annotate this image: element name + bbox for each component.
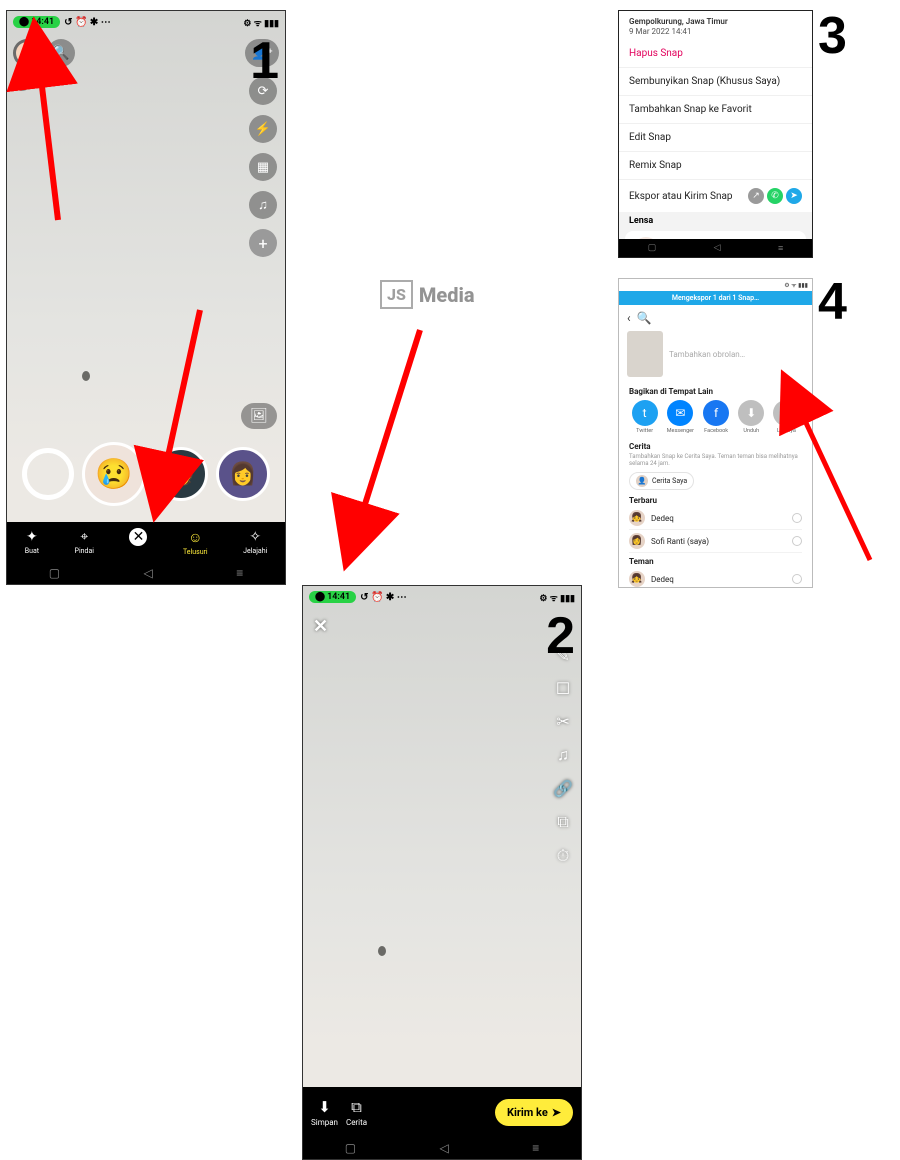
status-bar: ⬤ 14:41 ↺ ⏰ ✱ ⋯ ⚙ ᯤ ▮▮▮ <box>7 11 285 33</box>
chevron-right-icon: ➤ <box>552 1106 561 1119</box>
share-download[interactable]: ⬇Unduh <box>738 400 764 434</box>
panel-4: ⚙ ᯤ ▮▮▮ Mengekspor 1 dari 1 Snap… ‹ 🔍 Ta… <box>618 278 813 588</box>
lens-option-2[interactable]: 🧑 <box>154 447 208 501</box>
story-header: Cerita <box>619 438 812 453</box>
back-icon[interactable]: ◁ <box>440 1141 449 1155</box>
more-tools-button[interactable]: + <box>249 229 277 257</box>
share-row: tTwitter ✉Messenger fFacebook ⬇Unduh ⋯La… <box>619 398 812 438</box>
recording-pill: ⬤ 14:41 <box>13 16 60 28</box>
home-icon[interactable]: ≡ <box>236 566 243 580</box>
profile-avatar-button[interactable] <box>13 39 41 67</box>
nav-jelajahi[interactable]: ✧Jelajahi <box>243 529 267 555</box>
nav-pindai[interactable]: ⌖Pindai <box>75 529 94 555</box>
step-number: 3 <box>818 6 847 66</box>
panel-1-phone: ⬤ 14:41 ↺ ⏰ ✱ ⋯ ⚙ ᯤ ▮▮▮ 🔍 👤⁺ i Cr ⟳ ⚡ ▦ … <box>6 10 286 585</box>
lens-carousel[interactable]: 😢 🧑 👩 <box>7 442 285 506</box>
wall-mark <box>378 946 386 956</box>
friend-dedeq[interactable]: 👧Dedeq <box>629 568 802 588</box>
friends-header: Teman <box>619 553 812 568</box>
home-icon[interactable]: ≡ <box>532 1141 539 1155</box>
panel-4-phone: ⚙ ᯤ ▮▮▮ Mengekspor 1 dari 1 Snap… ‹ 🔍 Ta… <box>618 278 813 588</box>
recent-dedeq[interactable]: 👧Dedeq <box>629 507 802 530</box>
menu-hide-snap[interactable]: Sembunyikan Snap (Khusus Saya) <box>619 67 812 95</box>
sticker-icon[interactable]: ☐ <box>556 679 570 698</box>
recent-apps-icon[interactable]: ▢ <box>648 243 657 253</box>
status-left-icons: ↺ ⏰ ✱ ⋯ <box>360 592 407 603</box>
music-icon[interactable]: ♫ <box>557 745 569 765</box>
status-left-icons: ↺ ⏰ ✱ ⋯ <box>64 17 111 28</box>
recent-sofi[interactable]: 👩Sofi Ranti (saya) <box>629 530 802 553</box>
recent-apps-icon[interactable]: ▢ <box>345 1141 356 1155</box>
back-icon[interactable]: ◁ <box>714 243 721 253</box>
android-nav: ▢ ◁ ≡ <box>619 239 812 257</box>
caption-input[interactable]: Tambahkan obrolan… <box>669 350 745 359</box>
story-subtext: Tambahkan Snap ke Cerita Saya. Teman tem… <box>619 453 812 470</box>
share-facebook[interactable]: fFacebook <box>703 400 729 434</box>
panel-3-phone: Gempolkurung, Jawa Timur 9 Mar 2022 14:4… <box>618 10 813 258</box>
info-icon: i <box>13 73 31 91</box>
recent-header: Terbaru <box>619 492 812 507</box>
lens-option-3[interactable]: 👩 <box>216 447 270 501</box>
shutter-button[interactable] <box>22 448 74 500</box>
share-twitter[interactable]: tTwitter <box>632 400 658 434</box>
search-icon[interactable]: 🔍 <box>637 311 652 325</box>
status-right-icons: ⚙ ᯤ ▮▮▮ <box>539 591 575 604</box>
gallery-button[interactable]: 🖼 <box>241 403 277 429</box>
menu-remix-snap[interactable]: Remix Snap <box>619 151 812 179</box>
share-generic-icon: ↗ <box>748 188 764 204</box>
crop-icon[interactable]: ⧉ <box>557 812 568 832</box>
lens-crying[interactable]: 😢 <box>82 442 146 506</box>
story-button[interactable]: ⧉Cerita <box>346 1098 367 1127</box>
step-number: 1 <box>250 31 279 91</box>
share-send-icon: ➤ <box>786 188 802 204</box>
menu-add-favorite[interactable]: Tambahkan Snap ke Favorit <box>619 95 812 123</box>
status-bar: ⚙ ᯤ ▮▮▮ <box>619 279 812 291</box>
snap-thumbnail[interactable] <box>627 331 663 377</box>
home-icon[interactable]: ≡ <box>778 243 783 254</box>
android-nav: ▢ ◁ ≡ <box>7 562 285 584</box>
save-button[interactable]: ⬇Simpan <box>311 1098 338 1127</box>
android-nav: ▢ ◁ ≡ <box>303 1137 581 1159</box>
send-to-button[interactable]: Kirim ke➤ <box>495 1099 573 1126</box>
status-bar: ⬤ 14:41 ↺ ⏰ ✱ ⋯ ⚙ ᯤ ▮▮▮ <box>303 586 581 608</box>
menu-export-snap[interactable]: Ekspor atau Kirim Snap ↗ ✆ ➤ <box>619 179 812 212</box>
scissors-icon[interactable]: ✂ <box>556 712 569 731</box>
menu-delete-snap[interactable]: Hapus Snap <box>619 40 812 67</box>
camera-side-tools: ⟳ ⚡ ▦ ♫ + <box>249 77 277 257</box>
share-more[interactable]: ⋯Lainnya <box>773 400 799 434</box>
wall-mark <box>82 371 90 381</box>
post-capture-bar: ⬇Simpan ⧉Cerita Kirim ke➤ <box>303 1087 581 1137</box>
music-icon[interactable]: ♫ <box>249 191 277 219</box>
nav-telusuri[interactable]: ☺Telusuri <box>183 529 208 556</box>
nav-buat[interactable]: ✦Buat <box>25 529 39 555</box>
nav-close[interactable]: ✕ <box>129 528 147 556</box>
share-elsewhere-header: Bagikan di Tempat Lain <box>619 383 812 398</box>
my-story-chip[interactable]: 👤Cerita Saya <box>629 472 694 490</box>
link-icon[interactable]: 🔗 <box>553 779 573 798</box>
back-chevron-icon[interactable]: ‹ <box>627 311 631 325</box>
search-button[interactable]: 🔍 <box>47 39 75 67</box>
lens-section-header: Lensa <box>619 212 812 226</box>
recording-pill: ⬤ 14:41 <box>309 591 356 603</box>
export-banner: Mengekspor 1 dari 1 Snap… <box>619 291 812 305</box>
snap-meta: Gempolkurung, Jawa Timur 9 Mar 2022 14:4… <box>619 11 812 40</box>
lens-name-badge: i Cr <box>13 73 44 91</box>
step-number: 2 <box>546 606 575 666</box>
grid-icon[interactable]: ▦ <box>249 153 277 181</box>
menu-edit-snap[interactable]: Edit Snap <box>619 123 812 151</box>
share-whatsapp-icon: ✆ <box>767 188 783 204</box>
bottom-nav: ✦Buat ⌖Pindai ✕ ☺Telusuri ✧Jelajahi <box>7 522 285 562</box>
panel-3: Gempolkurung, Jawa Timur 9 Mar 2022 14:4… <box>618 10 813 258</box>
step-number: 4 <box>818 272 847 332</box>
share-messenger[interactable]: ✉Messenger <box>667 400 694 434</box>
panel-2-phone: ⬤ 14:41 ↺ ⏰ ✱ ⋯ ⚙ ᯤ ▮▮▮ ✕ ✎ ☐ ✂ ♫ 🔗 ⧉ ⏱ … <box>302 585 582 1160</box>
back-icon[interactable]: ◁ <box>144 566 153 580</box>
watermark: JS Media <box>380 280 475 309</box>
recent-apps-icon[interactable]: ▢ <box>49 566 60 580</box>
timer-icon[interactable]: ⏱ <box>557 846 569 866</box>
close-button[interactable]: ✕ <box>313 616 328 637</box>
flash-icon[interactable]: ⚡ <box>249 115 277 143</box>
status-right-icons: ⚙ ᯤ ▮▮▮ <box>243 16 279 29</box>
edit-tools: ✎ ☐ ✂ ♫ 🔗 ⧉ ⏱ <box>553 646 573 866</box>
